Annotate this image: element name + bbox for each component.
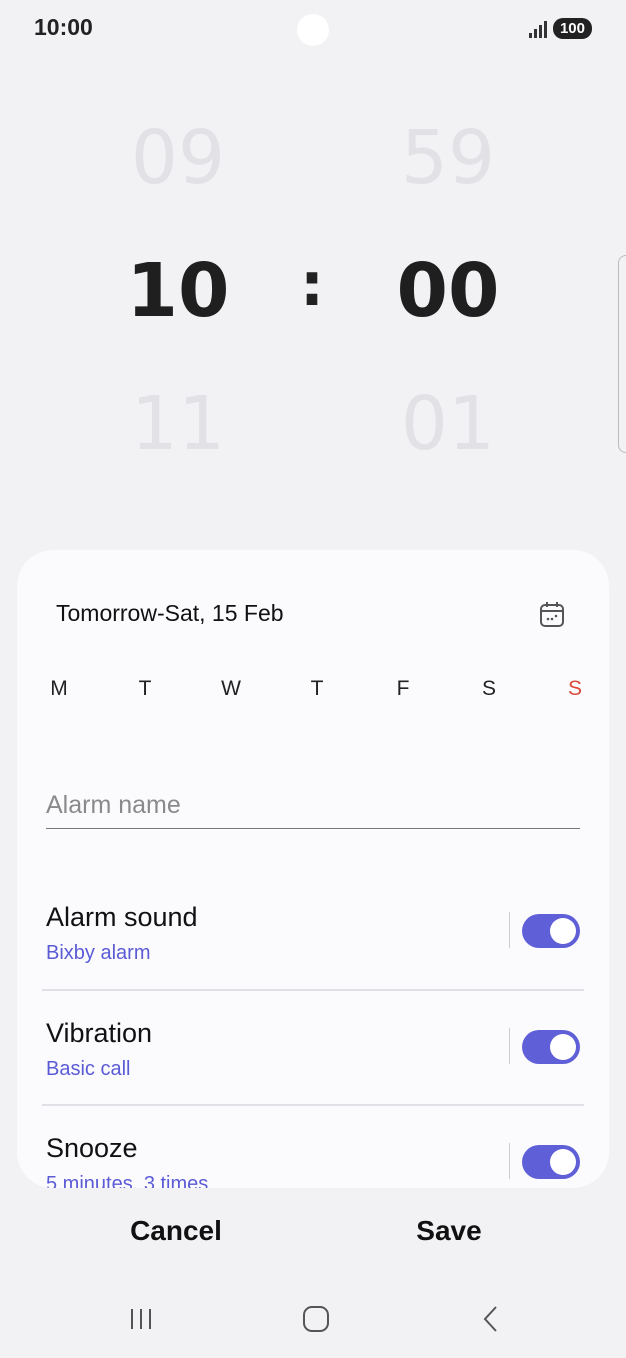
day-sunday[interactable]: S (555, 677, 595, 701)
back-icon (483, 1306, 497, 1332)
home-button[interactable] (286, 1297, 346, 1341)
cancel-button[interactable]: Cancel (76, 1215, 276, 1247)
time-separator: : (300, 250, 324, 320)
divider (42, 1104, 584, 1106)
front-camera (297, 14, 329, 46)
calendar-icon[interactable] (539, 600, 565, 628)
alarm-sound-row[interactable]: Alarm sound Bixby alarm (46, 902, 580, 992)
repeat-days: M T W T F S S (39, 677, 595, 701)
alarm-edit-screen: 10:00 100 09 10 11 : 59 00 01 Tomorrow-S… (0, 0, 626, 1358)
signal-icon (528, 20, 547, 38)
hour-selected[interactable]: 10 (78, 248, 278, 334)
toggle-knob (550, 1149, 576, 1175)
snooze-toggle[interactable] (522, 1145, 580, 1179)
minute-selected[interactable]: 00 (348, 248, 548, 334)
recents-button[interactable] (111, 1297, 171, 1341)
vibration-title: Vibration (46, 1018, 153, 1048)
recents-icon (131, 1309, 151, 1329)
status-time: 10:00 (34, 14, 93, 40)
row-divider (508, 1143, 510, 1179)
minute-previous[interactable]: 59 (348, 115, 548, 201)
battery-indicator: 100 (552, 18, 592, 39)
day-friday[interactable]: F (383, 677, 423, 701)
row-divider (508, 1028, 510, 1064)
alarm-settings-card: Tomorrow-Sat, 15 Feb M T W T F S S Alarm… (17, 550, 609, 1188)
back-button[interactable] (461, 1297, 521, 1341)
day-saturday[interactable]: S (469, 677, 509, 701)
snooze-row[interactable]: Snooze 5 minutes, 3 times (46, 1133, 580, 1188)
vibration-subtitle: Basic call (46, 1058, 131, 1080)
minute-next[interactable]: 01 (348, 381, 548, 467)
snooze-subtitle: 5 minutes, 3 times (46, 1173, 209, 1188)
home-icon (303, 1306, 329, 1332)
day-tuesday[interactable]: T (125, 677, 165, 701)
hour-next[interactable]: 11 (78, 381, 278, 467)
alarm-date: Tomorrow-Sat, 15 Feb (56, 600, 284, 626)
status-icons: 100 (528, 18, 592, 39)
vibration-row[interactable]: Vibration Basic call (46, 1018, 580, 1108)
row-divider (508, 912, 510, 948)
toggle-knob (550, 1034, 576, 1060)
alarm-name-input[interactable] (46, 782, 580, 829)
day-thursday[interactable]: T (297, 677, 337, 701)
alarm-sound-subtitle: Bixby alarm (46, 942, 151, 964)
hour-previous[interactable]: 09 (78, 115, 278, 201)
alarm-sound-title: Alarm sound (46, 902, 198, 932)
toggle-knob (550, 918, 576, 944)
day-monday[interactable]: M (39, 677, 79, 701)
snooze-title: Snooze (46, 1133, 138, 1163)
vibration-toggle[interactable] (522, 1030, 580, 1064)
day-wednesday[interactable]: W (211, 677, 251, 701)
divider (42, 989, 584, 991)
alarm-sound-toggle[interactable] (522, 914, 580, 948)
save-button[interactable]: Save (349, 1215, 549, 1247)
edge-panel-handle[interactable] (618, 255, 626, 453)
